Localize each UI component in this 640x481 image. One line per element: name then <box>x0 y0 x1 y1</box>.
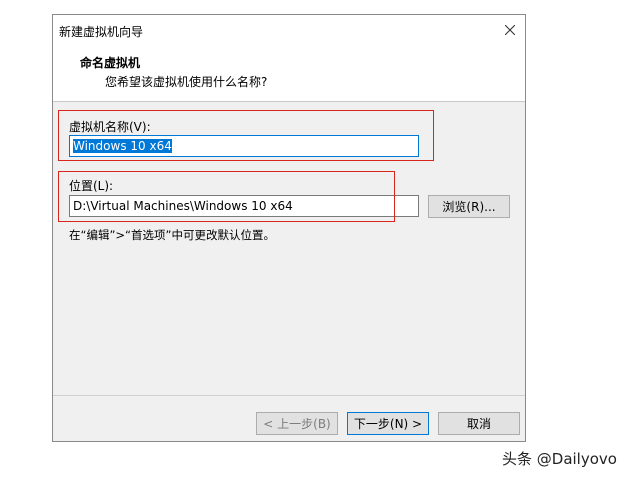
close-icon <box>505 25 515 35</box>
header-title: 命名虚拟机 <box>80 56 141 70</box>
footer-separator <box>53 395 525 396</box>
next-button[interactable]: 下一步(N) > <box>347 412 429 435</box>
close-button[interactable] <box>495 15 525 45</box>
cancel-button[interactable]: 取消 <box>438 412 520 435</box>
back-button[interactable]: < 上一步(B) <box>256 412 338 435</box>
watermark: 头条 @Dailyovo <box>502 450 617 468</box>
name-highlight-box <box>58 110 434 161</box>
browse-button[interactable]: 浏览(R)... <box>428 195 510 218</box>
wizard-header: 命名虚拟机 您希望该虚拟机使用什么名称? <box>53 47 525 102</box>
location-hint: 在“编辑”>“首选项”中可更改默认位置。 <box>69 228 275 242</box>
header-subtitle: 您希望该虚拟机使用什么名称? <box>105 75 268 89</box>
title-bar: 新建虚拟机向导 <box>53 15 525 47</box>
new-vm-wizard-dialog: 新建虚拟机向导 命名虚拟机 您希望该虚拟机使用什么名称? 虚拟机名称(V): W… <box>52 14 526 442</box>
location-highlight-box <box>58 171 395 222</box>
window-title: 新建虚拟机向导 <box>59 25 144 39</box>
